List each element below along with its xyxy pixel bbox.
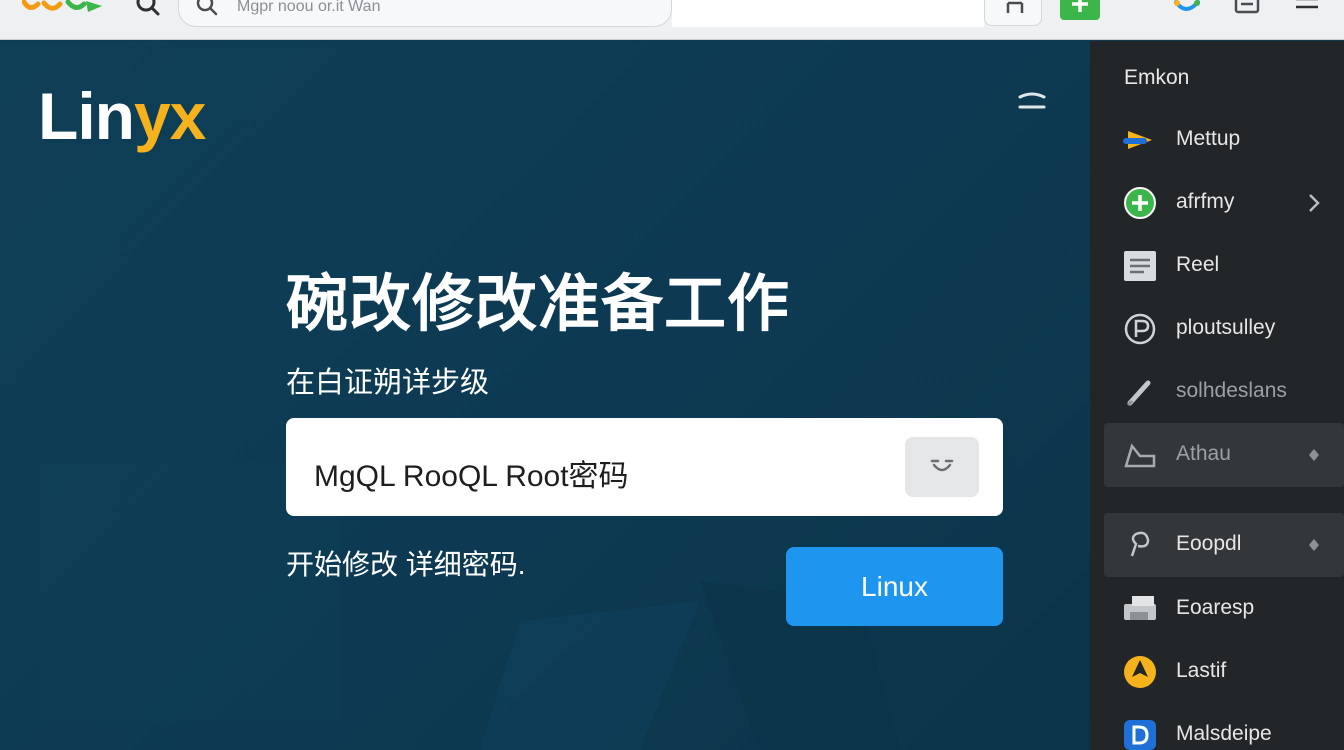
sidebar-item-label: Reel [1176,253,1220,276]
diamond-icon [1309,539,1319,551]
brand-logo-accent: yx [133,79,206,153]
hamburger-menu-icon[interactable] [1292,0,1322,16]
page-title: 碗改修改准备工作 [286,270,791,339]
address-bar[interactable]: Mgpr noou or.it Wan [178,0,672,27]
sidebar-item-label: Lastif [1176,659,1227,682]
arrows-logo-icon [22,0,102,12]
sidebar-item-label: Mettup [1176,127,1241,150]
search-icon [196,0,218,16]
arrow-logo-icon [1123,131,1152,149]
password-field[interactable]: MgQL RooQL Root密码 [286,418,1003,516]
browser-toolbar: Mgpr noou or.it Wan [0,0,1344,40]
sidebar-item-mettup[interactable]: Mettup [1104,108,1344,172]
sidebar-item-reel[interactable]: Reel [1104,234,1344,298]
sidebar-item-label: Malsdeipe [1176,722,1272,745]
sidebar-item-malsdeipe[interactable]: Malsdeipe [1104,703,1344,750]
sidebar-item-solhdeslans[interactable]: solhdeslans [1104,360,1344,424]
address-text: Mgpr noou or.it Wan [237,0,381,15]
new-tab-button[interactable] [1060,0,1100,20]
sync-icon[interactable] [1172,0,1202,16]
sidebar-item-ploutsulley[interactable]: ploutsulley [1104,297,1344,361]
plus-icon [1072,0,1088,12]
yellow-circle-icon [1124,656,1156,688]
folder-icon [1124,443,1156,468]
blank-field[interactable] [672,0,984,27]
home-icon [1006,1,1024,13]
sidebar-item-label: ploutsulley [1176,316,1276,339]
pen-icon [1126,380,1151,407]
password-field-value: MgQL RooQL Root密码 [314,460,629,493]
blue-d-icon [1124,720,1156,750]
right-sidebar: Emkon Mettup afrfmy Reel ploutsulley sol… [1090,41,1344,750]
plus-circle-icon [1124,187,1156,219]
search-icon[interactable] [134,0,162,16]
sidebar-item-athau[interactable]: Athau [1104,423,1344,487]
sidebar-item-lastif[interactable]: Lastif [1104,640,1344,704]
eye-icon [930,459,954,472]
page-subtitle: 在白证朔详步级 [286,367,490,399]
main-panel: Linyx 碗改修改准备工作 在白证朔详步级 MgQL RooQL Root密码… [0,41,1090,750]
sidebar-item-label: solhdeslans [1176,379,1287,402]
brand-logo-text: Lin [38,79,135,153]
diamond-icon [1309,449,1319,461]
sidebar-item-afrfmy[interactable]: afrfmy [1104,171,1344,235]
sidebar-item-label: Eoaresp [1176,596,1255,619]
sidebar-item-label: afrfmy [1176,190,1235,213]
sidebar-title: Emkon [1124,66,1190,89]
p-circle-icon [1124,313,1156,345]
sidebar-item-label: Eoopdl [1176,532,1242,555]
printer-icon [1124,596,1156,620]
sidebar-item-eoaresp[interactable]: Eoaresp [1104,577,1344,641]
linux-button[interactable]: Linux [786,547,1003,626]
home-button[interactable] [984,0,1042,26]
document-icon [1124,251,1156,281]
hint-text: 开始修改 详细密码. [286,549,526,580]
chevron-right-icon [1309,194,1320,212]
notes-icon[interactable] [1232,0,1262,16]
sidebar-item-eoopdl[interactable]: Eoopdl [1104,513,1344,577]
menu-toggle-icon[interactable] [1016,91,1048,115]
brand-logo: Linyx [38,78,206,154]
loop-icon [1130,531,1150,557]
sidebar-item-label: Athau [1176,442,1231,465]
reveal-password-button[interactable] [905,437,979,497]
